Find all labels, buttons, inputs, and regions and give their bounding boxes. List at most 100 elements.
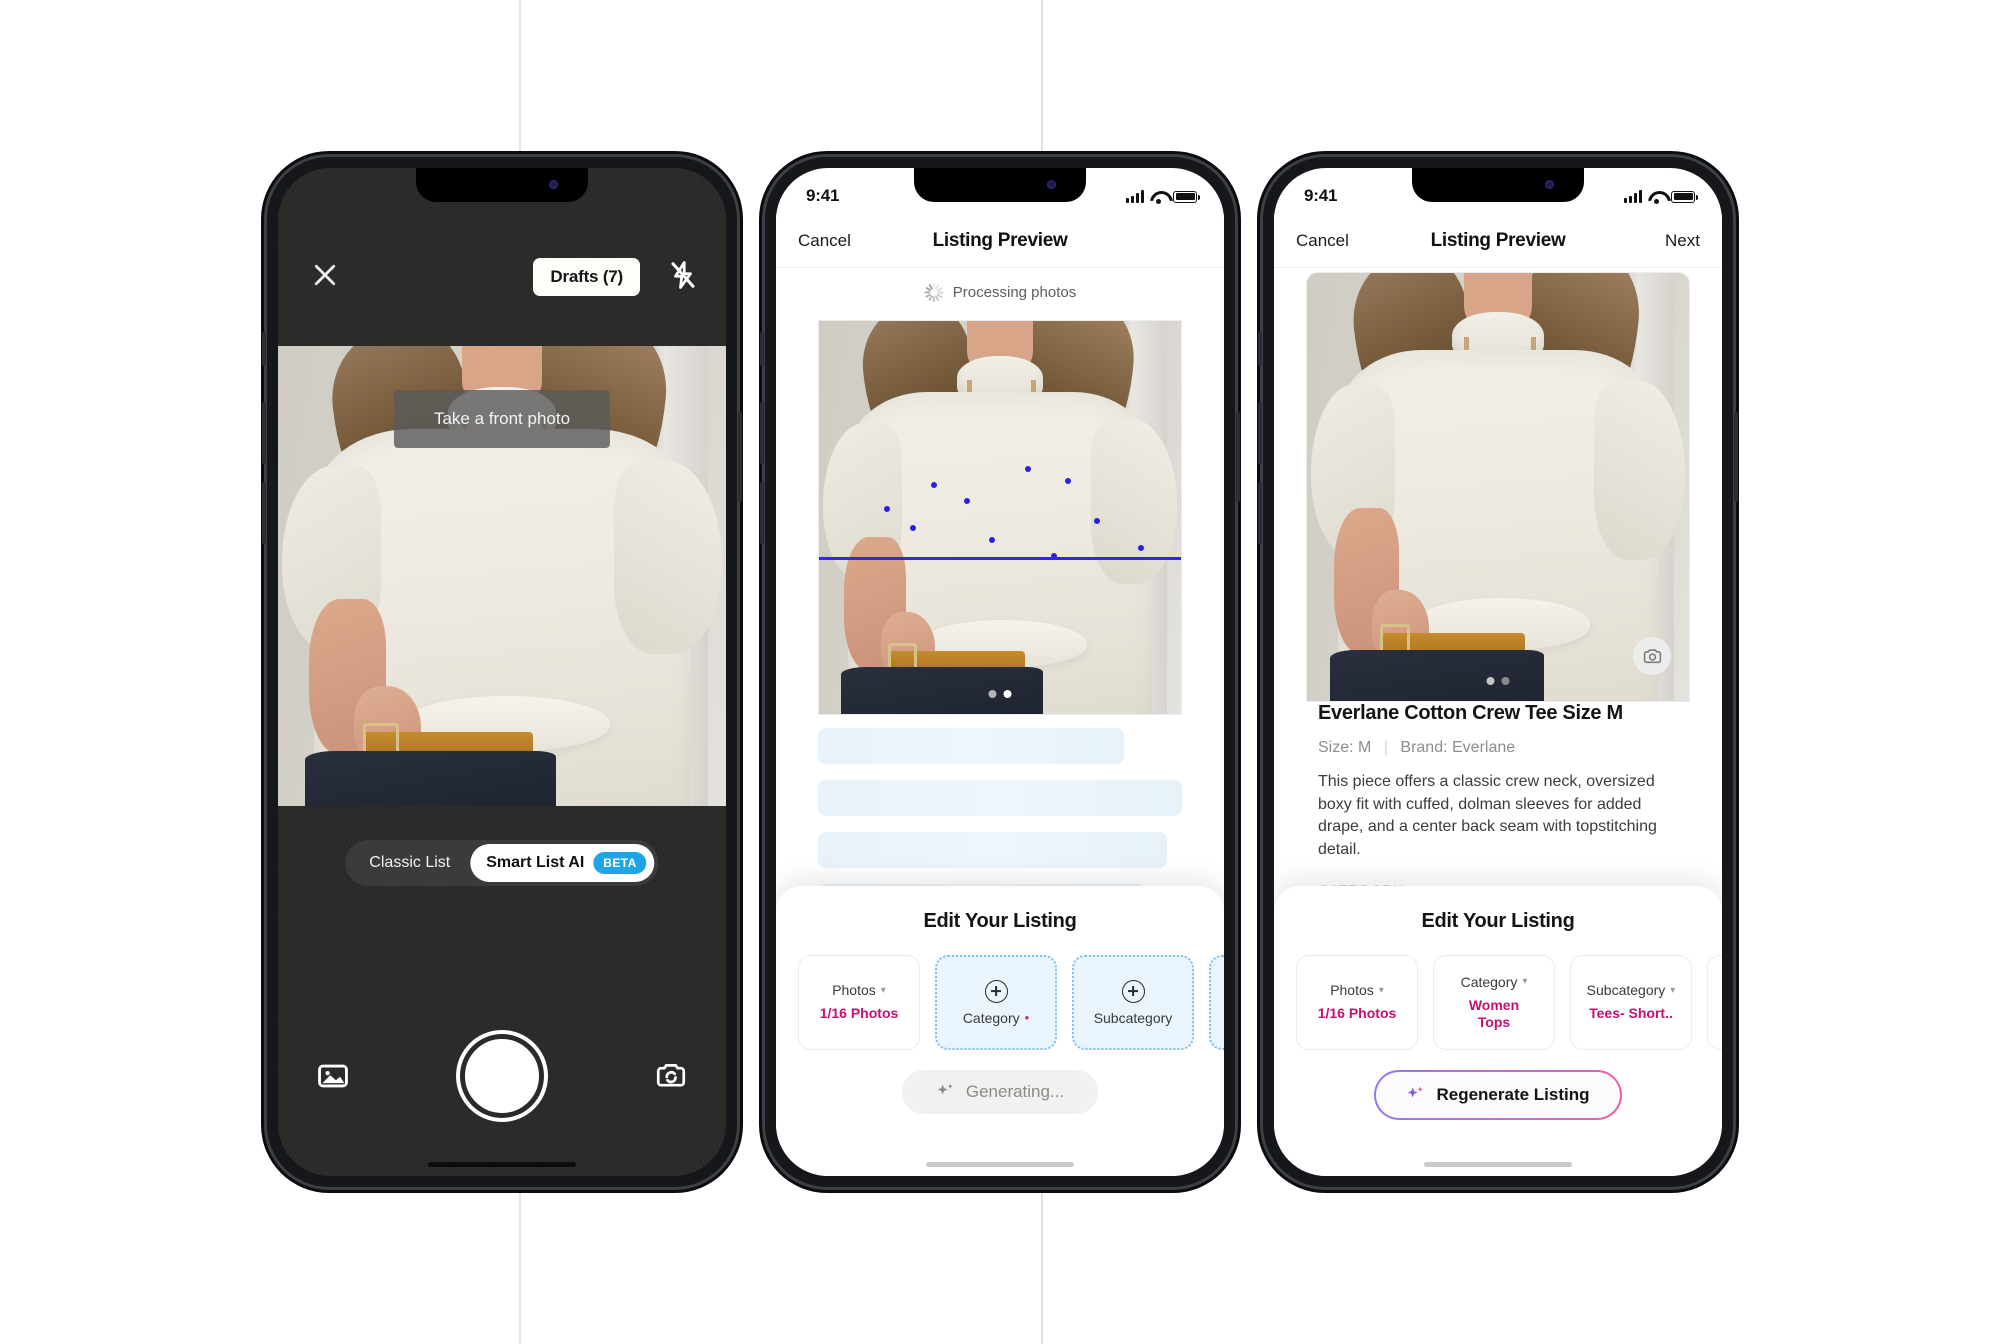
chip-label: Category	[962, 1009, 1020, 1026]
listing-description: This piece offers a classic crew neck, o…	[1318, 773, 1657, 859]
generating-button: Generating...	[901, 1070, 1099, 1114]
sparkle-icon	[936, 1082, 956, 1102]
photo-page-dots[interactable]	[988, 690, 1012, 698]
chip-label: Photos	[832, 982, 876, 999]
mode-smart-list-ai[interactable]: Smart List AI BETA	[470, 844, 655, 882]
chip-label: Subcategory	[1586, 982, 1666, 999]
mode-classic-list[interactable]: Classic List	[349, 846, 470, 880]
chip-label: Category	[1460, 973, 1518, 990]
brand-label: Brand: Everlane	[1400, 739, 1516, 756]
chip-brand[interactable]: Bra Eve	[1707, 955, 1722, 1050]
loading-spinner-icon	[924, 282, 944, 302]
home-indicator	[926, 1162, 1074, 1167]
sheet-title: Edit Your Listing	[1421, 910, 1575, 932]
chevron-down-icon: ▾	[1670, 984, 1676, 996]
chip-photos-head: Photos ▾	[832, 982, 886, 998]
regenerate-listing-button[interactable]: Regenerate Listing	[1374, 1070, 1621, 1120]
battery-icon	[1671, 190, 1698, 203]
gallery-icon[interactable]	[316, 1059, 350, 1093]
skeleton-row	[818, 728, 1124, 764]
edit-listing-sheet: Edit Your Listing Photos ▾ 1/16 Photos C…	[776, 886, 1224, 1176]
close-icon[interactable]	[310, 260, 340, 290]
chip-subcategory[interactable]: Subcategory	[1072, 955, 1194, 1050]
phone-listing-generated: 9:41 Cancel Listing Preview Next Everlan…	[1258, 157, 1738, 1187]
listing-processing-screen: 9:41 Cancel Listing Preview Processing p…	[776, 168, 1224, 1176]
device-notch	[416, 168, 588, 202]
home-indicator	[428, 1162, 576, 1167]
chip-brand[interactable]: B	[1209, 955, 1224, 1050]
next-button[interactable]: Next	[1646, 231, 1700, 251]
chip-photos[interactable]: Photos ▾ 1/16 Photos	[1296, 955, 1418, 1050]
drafts-button[interactable]: Drafts (7)	[533, 258, 640, 296]
mode-smart-list-label: Smart List AI	[486, 854, 585, 871]
beta-badge: BETA	[593, 852, 647, 874]
camera-screen: Drafts (7) Take a front photo Classic Li…	[278, 168, 726, 1176]
camera-icon[interactable]	[1633, 637, 1671, 675]
device-notch	[914, 168, 1086, 202]
sheet-title: Edit Your Listing	[923, 910, 1077, 932]
phone-listing-processing: 9:41 Cancel Listing Preview Processing p…	[760, 157, 1240, 1187]
attribute-chip-row[interactable]: Photos ▾ 1/16 Photos Category • Subcateg…	[776, 955, 1224, 1050]
device-notch	[1412, 168, 1584, 202]
chevron-down-icon: ▾	[1378, 984, 1384, 996]
sheet-action-row: Regenerate Listing	[1274, 1070, 1722, 1120]
garment-photo	[1307, 273, 1689, 701]
chip-subcategory-value: Tees- Short..	[1589, 1005, 1673, 1022]
chip-subcategory-head: Subcategory ▾	[1587, 982, 1676, 998]
status-time: 9:41	[1304, 186, 1338, 205]
listing-meta: Size: M | Brand: Everlane	[1318, 739, 1678, 757]
shot-prompt-overlay: Take a front photo	[393, 390, 611, 448]
cancel-button[interactable]: Cancel	[798, 231, 852, 251]
chip-label: Photos	[1330, 982, 1374, 999]
chip-category-value: Women Tops	[1468, 996, 1520, 1031]
chip-category[interactable]: Category ▾ Women Tops	[1433, 955, 1555, 1050]
shutter-button[interactable]	[460, 1034, 544, 1118]
chip-photos-value: 1/16 Photos	[819, 1005, 899, 1022]
chip-category-head: Category •	[963, 1010, 1029, 1026]
plus-circle-icon	[1121, 979, 1145, 1003]
photo-page-dots[interactable]	[1486, 677, 1510, 685]
chip-photos-head: Photos ▾	[1330, 982, 1384, 998]
plus-circle-icon	[984, 979, 1008, 1003]
status-time: 9:41	[806, 186, 840, 205]
chip-photos[interactable]: Photos ▾ 1/16 Photos	[798, 955, 920, 1050]
wifi-icon	[1648, 190, 1665, 204]
flash-off-icon[interactable]	[668, 260, 698, 290]
meta-separator: |	[1383, 739, 1388, 756]
regenerate-label: Regenerate Listing	[1436, 1085, 1590, 1104]
skeleton-row	[818, 832, 1168, 868]
processing-label: Processing photos	[952, 283, 1077, 301]
chip-subcategory[interactable]: Subcategory ▾ Tees- Short..	[1570, 955, 1692, 1050]
phone-camera: Drafts (7) Take a front photo Classic Li…	[262, 157, 742, 1187]
cellular-signal-icon	[1126, 189, 1144, 203]
listing-detail: Everlane Cotton Crew Tee Size M Size: M …	[1306, 702, 1690, 898]
camera-flip-icon[interactable]	[654, 1059, 688, 1093]
navigation-bar: Cancel Listing Preview Next	[1274, 214, 1722, 268]
chip-subcategory-head: Subcategory	[1094, 1010, 1173, 1026]
cancel-button[interactable]: Cancel	[1296, 231, 1350, 251]
edit-listing-sheet: Edit Your Listing Photos ▾ 1/16 Photos C…	[1274, 886, 1722, 1176]
required-indicator: •	[1024, 1010, 1030, 1025]
generating-label: Generating...	[965, 1082, 1065, 1101]
sparkle-icon	[1406, 1085, 1426, 1105]
camera-controls	[278, 1028, 726, 1124]
skeleton-row	[818, 780, 1182, 816]
listing-photo-card[interactable]	[1306, 272, 1690, 702]
page-title: Listing Preview	[1430, 229, 1566, 251]
ai-detection-overlay	[819, 321, 1181, 714]
chip-category[interactable]: Category •	[935, 955, 1057, 1050]
chip-label: Subcategory	[1093, 1009, 1173, 1026]
sheet-action-row: Generating...	[776, 1070, 1224, 1114]
listing-title: Everlane Cotton Crew Tee Size M	[1318, 702, 1623, 724]
listing-photo-card[interactable]	[818, 320, 1182, 715]
size-label: Size: M	[1318, 739, 1372, 756]
chip-category-head: Category ▾	[1461, 974, 1528, 990]
three-phone-mockup: Drafts (7) Take a front photo Classic Li…	[0, 0, 2000, 1344]
navigation-bar: Cancel Listing Preview	[776, 214, 1224, 268]
processing-status: Processing photos	[776, 272, 1224, 312]
cellular-signal-icon	[1624, 189, 1642, 203]
attribute-chip-row[interactable]: Photos ▾ 1/16 Photos Category ▾ Women To…	[1274, 955, 1722, 1050]
list-mode-switch[interactable]: Classic List Smart List AI BETA	[345, 840, 659, 886]
chevron-down-icon: ▾	[1522, 976, 1528, 987]
listing-generated-screen: 9:41 Cancel Listing Preview Next Everlan…	[1274, 168, 1722, 1176]
